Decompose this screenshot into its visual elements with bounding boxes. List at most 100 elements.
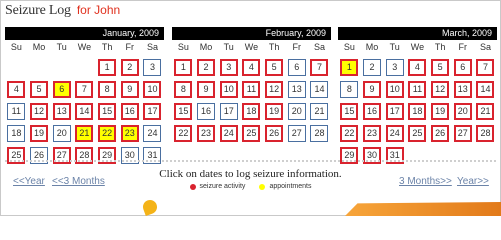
day-button[interactable]: 4	[408, 58, 427, 76]
day-button[interactable]: 8	[340, 80, 359, 98]
day-button[interactable]: 27	[453, 124, 472, 142]
day-button[interactable]: 17	[219, 102, 238, 120]
day-button[interactable]: 22	[174, 124, 193, 142]
day-button[interactable]: 13	[52, 102, 71, 120]
day-button[interactable]: 4	[7, 80, 26, 98]
day-button[interactable]: 3	[143, 58, 162, 76]
day-button[interactable]: 4	[242, 58, 261, 76]
day-button[interactable]: 20	[453, 102, 472, 120]
day-button[interactable]: 8	[98, 80, 117, 98]
day-cell: 14	[73, 100, 96, 122]
day-button[interactable]: 10	[143, 80, 162, 98]
day-cell: 5	[429, 56, 452, 78]
day-button[interactable]: 6	[287, 58, 306, 76]
day-button[interactable]: 15	[98, 102, 117, 120]
day-button[interactable]: 1	[98, 58, 117, 76]
day-button[interactable]: 26	[265, 124, 284, 142]
day-button[interactable]: 14	[476, 80, 495, 98]
day-button[interactable]: 23	[363, 124, 382, 142]
day-button[interactable]: 5	[30, 80, 49, 98]
day-button[interactable]: 10	[219, 80, 238, 98]
day-button[interactable]: 19	[265, 102, 284, 120]
day-button[interactable]: 28	[476, 124, 495, 142]
day-cell: 18	[5, 122, 28, 144]
day-button[interactable]: 18	[7, 124, 26, 142]
day-button[interactable]: 24	[219, 124, 238, 142]
day-button[interactable]: 16	[197, 102, 216, 120]
day-cell: 15	[172, 100, 195, 122]
day-button[interactable]: 10	[385, 80, 404, 98]
day-button[interactable]: 5	[265, 58, 284, 76]
day-button[interactable]: 19	[30, 124, 49, 142]
day-button[interactable]: 14	[75, 102, 94, 120]
weekday-label: Th	[101, 42, 113, 52]
day-button[interactable]: 9	[197, 80, 216, 98]
weekday-label: Su	[177, 42, 189, 52]
day-cell: 18	[406, 100, 429, 122]
day-button[interactable]: 20	[287, 102, 306, 120]
day-cell: 21	[73, 122, 96, 144]
day-button[interactable]: 26	[431, 124, 450, 142]
day-button[interactable]: 9	[120, 80, 139, 98]
day-button[interactable]: 22	[340, 124, 359, 142]
day-button[interactable]: 7	[310, 58, 329, 76]
day-button[interactable]: 11	[242, 80, 261, 98]
day-button[interactable]: 12	[30, 102, 49, 120]
day-button[interactable]: 3	[385, 58, 404, 76]
day-cell: 7	[73, 78, 96, 100]
day-button[interactable]: 15	[340, 102, 359, 120]
day-button[interactable]: 15	[174, 102, 193, 120]
day-button[interactable]: 27	[287, 124, 306, 142]
day-button[interactable]: 23	[120, 124, 139, 142]
empty-cell	[73, 56, 96, 78]
prev-year-link[interactable]: <<Year	[13, 176, 45, 187]
day-button[interactable]: 21	[476, 102, 495, 120]
day-button[interactable]: 12	[431, 80, 450, 98]
day-cell: 21	[474, 100, 497, 122]
day-button[interactable]: 6	[52, 80, 71, 98]
day-button[interactable]: 20	[52, 124, 71, 142]
day-button[interactable]: 1	[340, 58, 359, 76]
day-button[interactable]: 18	[408, 102, 427, 120]
day-button[interactable]: 28	[310, 124, 329, 142]
day-button[interactable]: 21	[310, 102, 329, 120]
next-year-link[interactable]: Year>>	[457, 176, 489, 187]
day-button[interactable]: 16	[363, 102, 382, 120]
day-button[interactable]: 24	[385, 124, 404, 142]
day-button[interactable]: 2	[363, 58, 382, 76]
day-button[interactable]: 25	[408, 124, 427, 142]
day-button[interactable]: 7	[476, 58, 495, 76]
day-button[interactable]: 14	[310, 80, 329, 98]
day-cell: 3	[383, 56, 406, 78]
day-button[interactable]: 6	[453, 58, 472, 76]
day-cell: 1	[96, 56, 119, 78]
day-button[interactable]: 13	[287, 80, 306, 98]
day-button[interactable]: 1	[174, 58, 193, 76]
day-button[interactable]: 21	[75, 124, 94, 142]
day-button[interactable]: 25	[242, 124, 261, 142]
dotted-divider	[5, 160, 496, 162]
day-button[interactable]: 23	[197, 124, 216, 142]
day-button[interactable]: 2	[197, 58, 216, 76]
day-button[interactable]: 12	[265, 80, 284, 98]
day-button[interactable]: 17	[143, 102, 162, 120]
day-button[interactable]: 22	[98, 124, 117, 142]
day-button[interactable]: 17	[385, 102, 404, 120]
day-button[interactable]: 3	[219, 58, 238, 76]
day-button[interactable]: 19	[431, 102, 450, 120]
day-button[interactable]: 24	[143, 124, 162, 142]
day-button[interactable]: 11	[7, 102, 26, 120]
day-button[interactable]: 8	[174, 80, 193, 98]
day-button[interactable]: 5	[431, 58, 450, 76]
next-3-months-link[interactable]: 3 Months>>	[399, 176, 452, 187]
day-cell: 2	[195, 56, 218, 78]
day-cell: 8	[96, 78, 119, 100]
day-button[interactable]: 13	[453, 80, 472, 98]
day-button[interactable]: 2	[120, 58, 139, 76]
day-button[interactable]: 7	[75, 80, 94, 98]
day-button[interactable]: 18	[242, 102, 261, 120]
day-button[interactable]: 11	[408, 80, 427, 98]
day-button[interactable]: 16	[120, 102, 139, 120]
day-button[interactable]: 9	[363, 80, 382, 98]
prev-3-months-link[interactable]: <<3 Months	[52, 176, 105, 187]
